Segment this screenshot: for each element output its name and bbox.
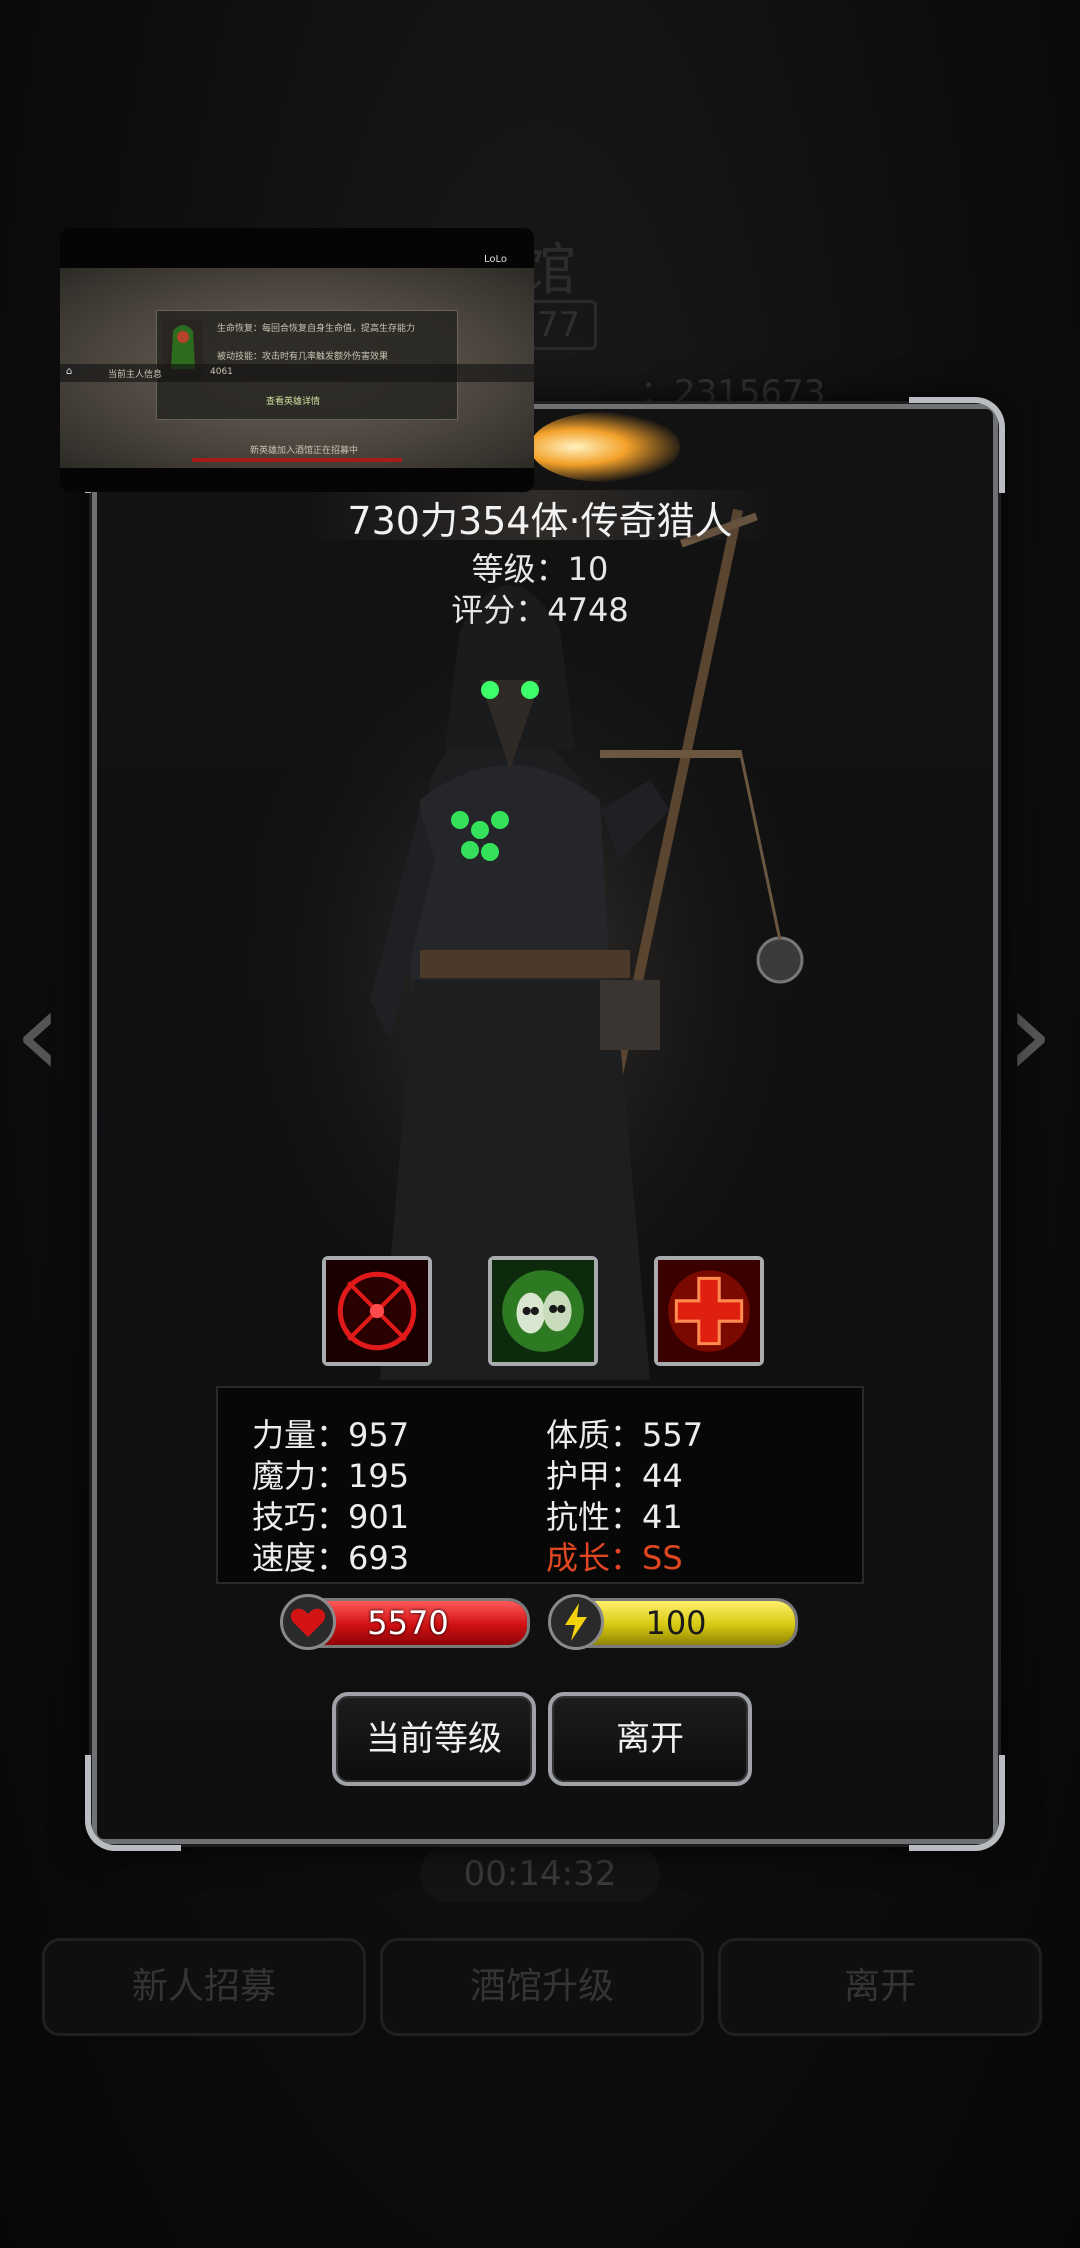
hero-name: 730力354体·传奇猎人 <box>347 499 733 543</box>
hero-score: 评分：4748 <box>451 591 629 629</box>
stat-resistance: 抗性：41 <box>546 1498 683 1536</box>
pip-bottom-text: 新英雄加入酒馆正在招募中 <box>250 446 359 456</box>
frame-corner-ornament <box>85 1755 181 1851</box>
ghost-skull-skill-icon[interactable] <box>488 1256 598 1366</box>
recruit-button: 新人招募 <box>42 1938 366 2036</box>
picture-in-picture-window[interactable]: LoLo 生命恢复：每回合恢复自身生命值，提高生存能力 被动技能：攻击时有几率触… <box>60 228 534 492</box>
pip-top-label: LoLo <box>484 254 508 265</box>
stat-speed: 速度：693 <box>252 1539 410 1577</box>
frame-corner-ornament <box>909 397 1005 493</box>
crosshair-skill-icon[interactable] <box>322 1256 432 1366</box>
previous-hero-arrow-icon[interactable]: ‹ <box>14 975 74 1095</box>
lightning-icon <box>548 1594 604 1650</box>
heart-icon <box>280 1594 336 1650</box>
flame-ornament-icon <box>530 412 680 482</box>
hero-level: 等级：10 <box>471 550 609 588</box>
stat-constitution: 体质：557 <box>546 1416 704 1454</box>
stat-armor: 护甲：44 <box>546 1457 683 1495</box>
red-cross-skill-icon[interactable] <box>654 1256 764 1366</box>
next-hero-arrow-icon[interactable]: › <box>1006 975 1066 1095</box>
frame-corner-ornament <box>909 1755 1005 1851</box>
background-leave-button: 离开 <box>718 1938 1042 2036</box>
pip-chat-name: 当前主人信息 <box>108 370 163 380</box>
pip-chat-bar: ⌂ 当前主人信息 4061 <box>60 364 534 382</box>
pip-skill-text-1: 生命恢复：每回合恢复自身生命值，提高生存能力 <box>217 324 416 334</box>
stat-strength: 力量：957 <box>252 1416 410 1454</box>
stat-magic: 魔力：195 <box>252 1457 410 1495</box>
tavern-upgrade-button: 酒馆升级 <box>380 1938 704 2036</box>
pip-progress-bar <box>192 458 402 462</box>
current-level-button[interactable]: 当前等级 <box>332 1692 536 1786</box>
pip-button-label: 查看英雄详情 <box>266 397 321 407</box>
home-icon: ⌂ <box>66 366 73 377</box>
stat-growth: 成长：SS <box>546 1539 683 1577</box>
pip-skill-text-2: 被动技能：攻击时有几率触发额外伤害效果 <box>217 352 389 362</box>
leave-button[interactable]: 离开 <box>548 1692 752 1786</box>
stats-panel: 力量：957 体质：557 魔力：195 护甲：44 技巧：901 抗性：41 … <box>216 1386 864 1584</box>
pip-chat-value: 4061 <box>210 367 233 377</box>
stat-skill: 技巧：901 <box>252 1498 410 1536</box>
background-timer: 00:14:32 <box>420 1846 660 1902</box>
